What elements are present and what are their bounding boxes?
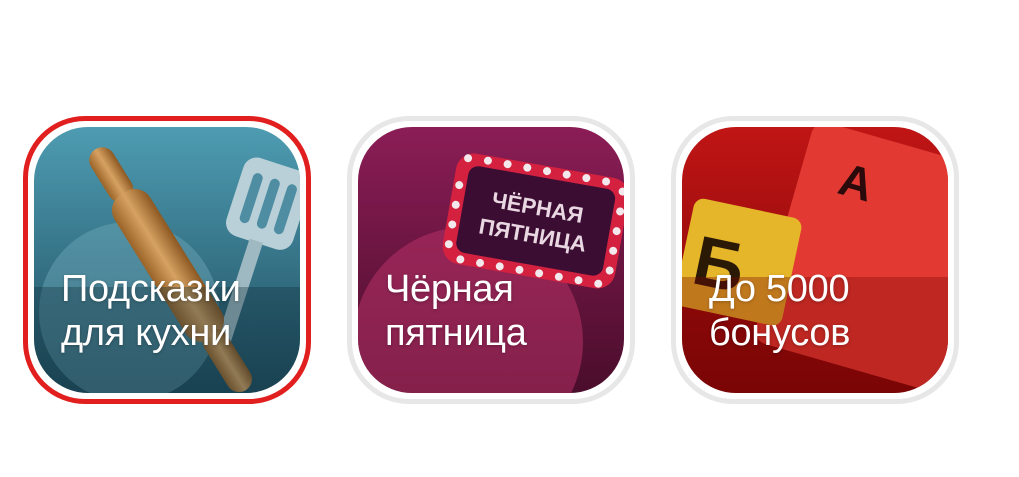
story-title-line: бонусов bbox=[709, 312, 851, 354]
story-title-line: для кухни bbox=[61, 312, 232, 354]
story-black-friday-cover: ЧЁРНАЯ ПЯТНИЦА Чёрная пятница bbox=[358, 127, 624, 393]
story-title-line: До 5000 bbox=[709, 268, 850, 310]
story-title-line: Подсказки bbox=[61, 268, 241, 310]
story-title-line: пятница bbox=[385, 312, 527, 354]
story-black-friday[interactable]: ЧЁРНАЯ ПЯТНИЦА Чёрная пятница bbox=[347, 116, 635, 404]
story-kitchen-tips[interactable]: Подсказки для кухни bbox=[23, 116, 311, 404]
story-bonuses[interactable]: А Б До 5000 бонусов bbox=[671, 116, 959, 404]
story-black-friday-title: Чёрная пятница bbox=[385, 267, 615, 355]
story-bonuses-cover: А Б До 5000 бонусов bbox=[682, 127, 948, 393]
stories-carousel: Подсказки для кухни ЧЁРНАЯ ПЯТНИЦА Чёрна… bbox=[0, 0, 1019, 477]
story-kitchen-tips-cover: Подсказки для кухни bbox=[34, 127, 300, 393]
story-title-line: Чёрная bbox=[385, 268, 514, 310]
story-bonuses-title: До 5000 бонусов bbox=[709, 267, 939, 355]
story-kitchen-tips-title: Подсказки для кухни bbox=[61, 267, 291, 355]
